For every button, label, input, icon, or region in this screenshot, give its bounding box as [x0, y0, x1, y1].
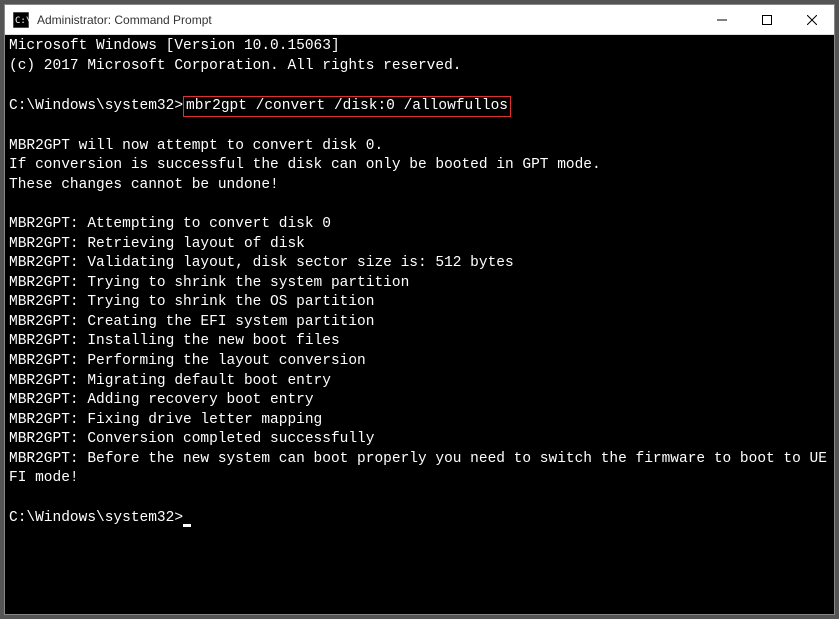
output-line: MBR2GPT: Before the new system can boot …: [9, 451, 827, 487]
output-line: MBR2GPT: Attempting to convert disk 0: [9, 216, 331, 232]
output-line: MBR2GPT will now attempt to convert disk…: [9, 138, 383, 154]
output-line: (c) 2017 Microsoft Corporation. All righ…: [9, 58, 461, 74]
output-line: MBR2GPT: Adding recovery boot entry: [9, 392, 314, 408]
output-line: MBR2GPT: Conversion completed successful…: [9, 431, 374, 447]
output-line: MBR2GPT: Installing the new boot files: [9, 333, 340, 349]
output-line: MBR2GPT: Migrating default boot entry: [9, 373, 331, 389]
svg-text:C:\: C:\: [15, 16, 29, 26]
close-button[interactable]: [789, 5, 834, 34]
window-controls: [699, 5, 834, 34]
prompt: C:\Windows\system32>: [9, 98, 183, 114]
prompt: C:\Windows\system32>: [9, 510, 183, 526]
output-line: These changes cannot be undone!: [9, 177, 279, 193]
output-line: MBR2GPT: Performing the layout conversio…: [9, 353, 366, 369]
minimize-button[interactable]: [699, 5, 744, 34]
output-line: MBR2GPT: Retrieving layout of disk: [9, 236, 305, 252]
titlebar[interactable]: C:\ Administrator: Command Prompt: [5, 5, 834, 35]
output-line: MBR2GPT: Validating layout, disk sector …: [9, 255, 514, 271]
output-line: MBR2GPT: Fixing drive letter mapping: [9, 412, 322, 428]
terminal-content[interactable]: Microsoft Windows [Version 10.0.15063] (…: [5, 35, 834, 614]
output-line: If conversion is successful the disk can…: [9, 157, 601, 173]
cursor: [183, 524, 191, 527]
command-prompt-window: C:\ Administrator: Command Prompt Micros…: [4, 4, 835, 615]
output-line: MBR2GPT: Creating the EFI system partiti…: [9, 314, 374, 330]
highlighted-command: mbr2gpt /convert /disk:0 /allowfullos: [183, 96, 511, 118]
output-line: Microsoft Windows [Version 10.0.15063]: [9, 38, 340, 54]
output-line: MBR2GPT: Trying to shrink the system par…: [9, 275, 409, 291]
output-line: MBR2GPT: Trying to shrink the OS partiti…: [9, 294, 374, 310]
cmd-icon: C:\: [13, 12, 29, 28]
window-title: Administrator: Command Prompt: [37, 13, 699, 27]
maximize-button[interactable]: [744, 5, 789, 34]
